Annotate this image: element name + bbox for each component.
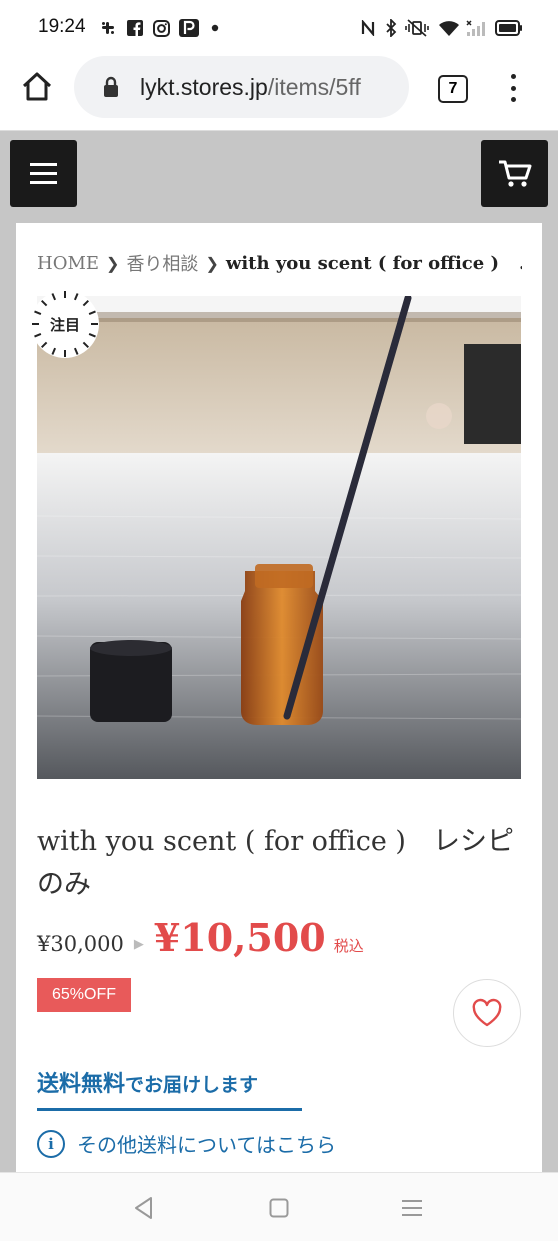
slack-icon [98,18,118,38]
arrow-right-icon: ▶ [133,937,144,952]
featured-badge-label: 注目 [49,315,80,334]
nfc-icon [360,18,376,38]
status-bar: 19:24 [0,0,558,56]
browser-menu-icon[interactable] [505,74,521,102]
breadcrumb-category[interactable]: 香り相談 [126,250,198,276]
vibrate-icon [404,18,430,38]
tab-switcher-button[interactable]: 7 [438,75,468,103]
chevron-right-icon: ❯ [106,253,120,273]
lock-icon [102,76,122,100]
home-icon[interactable] [20,70,54,104]
facebook-icon [126,18,144,38]
url-host: lykt.stores.jp [140,74,268,100]
info-icon: i [37,1129,65,1158]
original-price: ¥30,000 [37,932,124,956]
store-header [0,131,558,223]
discount-badge: 65%OFF [37,978,131,1012]
paypay-icon [178,18,200,38]
product-image[interactable] [37,296,521,779]
system-nav-bar [0,1172,558,1241]
instagram-icon [151,18,171,38]
bluetooth-icon [383,18,399,38]
sale-price: ¥10,500 [153,915,326,960]
free-shipping-rest: でお届けします [125,1074,259,1096]
battery-icon [495,18,523,38]
breadcrumb-ellipsis: ... [519,253,522,274]
free-shipping-label: 送料無料 [37,1071,126,1097]
chevron-right-icon: ❯ [205,253,219,273]
url-path: /items/5ff [267,74,361,100]
featured-badge: 注目 [29,288,101,360]
price-row: ¥30,000 ▶ ¥10,500 税込 [37,915,364,965]
heart-icon [472,998,502,1027]
url-text[interactable]: lykt.stores.jp/items/5ff [140,74,361,101]
wifi-icon [438,18,460,38]
cart-button[interactable] [481,140,548,207]
cart-icon [498,160,531,187]
hamburger-menu-button[interactable] [10,140,77,207]
shipping-info-text[interactable]: その他送料についてはこちら [77,1129,336,1158]
back-icon[interactable] [133,1196,155,1220]
shipping-info-link[interactable]: i その他送料についてはこちら [37,1129,336,1158]
recents-icon[interactable] [401,1199,423,1217]
product-title: with you scent ( for office ) レシピのみ [37,826,514,900]
home-nav-icon[interactable] [269,1198,289,1218]
favorite-button[interactable] [453,979,521,1047]
breadcrumb-home[interactable]: HOME [37,253,99,274]
breadcrumb-current: with you scent ( for office ) [225,252,499,274]
breadcrumb: HOME ❯ 香り相談 ❯ with you scent ( for offic… [37,250,522,276]
status-time: 19:24 [38,16,86,37]
signal-icon [464,18,488,38]
dot-icon [210,18,220,38]
tax-label: 税込 [333,937,364,955]
free-shipping-banner: 送料無料でお届けします [37,1066,302,1111]
